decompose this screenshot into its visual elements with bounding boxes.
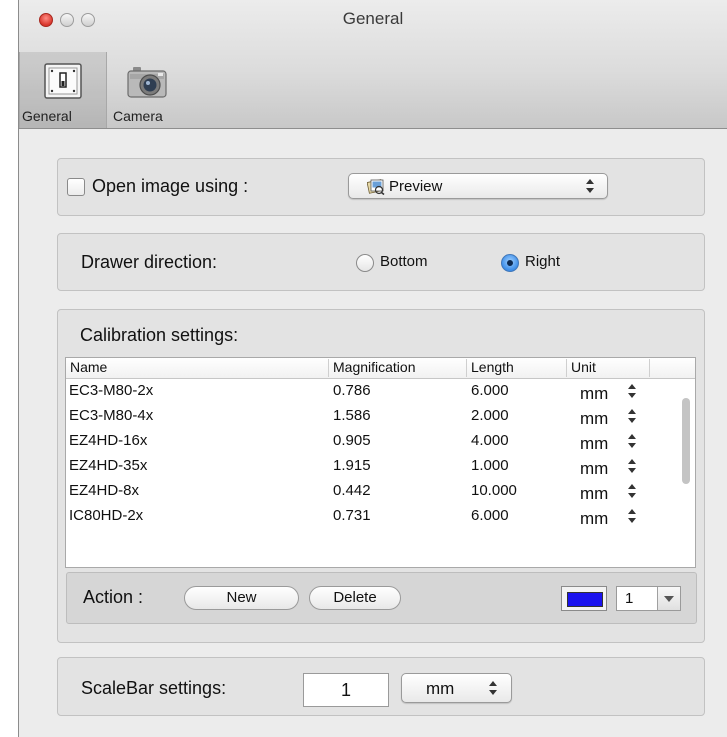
- scale-color-well[interactable]: [561, 586, 607, 611]
- table-header: Name Magnification Length Unit: [66, 358, 695, 379]
- calibration-title: Calibration settings:: [80, 325, 239, 345]
- scrollbar-thumb[interactable]: [682, 398, 690, 484]
- unit-stepper-icon[interactable]: [628, 434, 636, 448]
- unit-stepper-icon[interactable]: [628, 509, 636, 523]
- cell-magnification: 0.442: [333, 482, 371, 499]
- scalebar-label: ScaleBar settings:: [81, 678, 227, 698]
- table-vertical-scrollbar[interactable]: [681, 383, 691, 563]
- drawer-radio-bottom[interactable]: [356, 254, 374, 272]
- drawer-option-bottom-label: Bottom: [380, 253, 428, 270]
- toolbar-item-camera[interactable]: Camera: [107, 52, 187, 128]
- scalebar-value-field[interactable]: 1: [303, 673, 389, 707]
- open-image-group: Open image using : Preview: [57, 158, 705, 216]
- color-swatch: [567, 592, 603, 607]
- popup-updown-icon: [489, 681, 497, 695]
- table-row[interactable]: EZ4HD-35x 1.915 1.000 mm: [66, 453, 654, 478]
- unit-stepper-icon[interactable]: [628, 484, 636, 498]
- action-label: Action :: [83, 587, 144, 607]
- line-width-value: 1: [625, 590, 634, 607]
- line-width-combobox[interactable]: 1: [616, 586, 681, 611]
- new-calibration-button[interactable]: New: [184, 586, 299, 610]
- column-header-magnification[interactable]: Magnification: [329, 359, 467, 377]
- open-image-label: Open image using :: [92, 176, 249, 196]
- chevron-down-icon: [664, 596, 674, 602]
- column-header-name[interactable]: Name: [66, 359, 329, 377]
- cell-magnification: 1.586: [333, 407, 371, 424]
- drawer-option-right-label: Right: [525, 253, 561, 270]
- unit-stepper-icon[interactable]: [628, 409, 636, 423]
- column-header-length[interactable]: Length: [467, 359, 567, 377]
- cell-name: EC3-M80-4x: [69, 407, 154, 424]
- scalebar-group: ScaleBar settings: 1 mm: [57, 657, 705, 716]
- toolbar-item-general[interactable]: General: [19, 52, 107, 128]
- popup-updown-icon: [586, 179, 594, 193]
- combobox-dropdown-button[interactable]: [657, 587, 680, 610]
- cell-name: EC3-M80-2x: [69, 382, 154, 399]
- cell-unit[interactable]: mm: [580, 484, 608, 504]
- delete-calibration-button[interactable]: Delete: [309, 586, 401, 610]
- cell-magnification: 0.905: [333, 432, 371, 449]
- cell-name: IC80HD-2x: [69, 507, 144, 524]
- table-row[interactable]: EZ4HD-16x 0.905 4.000 mm: [66, 428, 654, 453]
- table-row[interactable]: IC80HD-2x 0.731 6.000 mm: [66, 503, 654, 528]
- window-title: General: [342, 9, 404, 28]
- open-image-app-popup[interactable]: Preview: [348, 173, 608, 199]
- cell-magnification: 0.731: [333, 507, 371, 524]
- cell-length: 6.000: [471, 507, 509, 524]
- cell-magnification: 1.915: [333, 457, 371, 474]
- cell-unit[interactable]: mm: [580, 459, 608, 479]
- cell-name: EZ4HD-16x: [69, 432, 148, 449]
- cell-unit[interactable]: mm: [580, 384, 608, 404]
- drawer-direction-group: Drawer direction: Bottom Right: [57, 233, 705, 291]
- cell-length: 10.000: [471, 482, 517, 499]
- scalebar-unit-popup[interactable]: mm: [401, 673, 512, 703]
- cell-name: EZ4HD-35x: [69, 457, 148, 474]
- table-row[interactable]: EZ4HD-8x 0.442 10.000 mm: [66, 478, 654, 503]
- cell-length: 1.000: [471, 457, 509, 474]
- cell-length: 6.000: [471, 382, 509, 399]
- unit-stepper-icon[interactable]: [628, 384, 636, 398]
- preview-app-icon: [367, 179, 385, 195]
- camera-icon: [127, 67, 167, 98]
- toolbar-label-camera: Camera: [113, 108, 163, 124]
- cell-unit[interactable]: mm: [580, 434, 608, 454]
- calibration-table: Name Magnification Length Unit EC3-M80-2…: [65, 357, 696, 568]
- scalebar-unit-label: mm: [426, 679, 455, 698]
- calibration-action-bar: Action : New Delete 1: [66, 572, 697, 624]
- drawer-direction-label: Drawer direction:: [81, 252, 218, 272]
- column-header-unit[interactable]: Unit: [567, 359, 650, 377]
- table-row[interactable]: EC3-M80-2x 0.786 6.000 mm: [66, 378, 654, 403]
- open-image-checkbox[interactable]: [67, 178, 85, 196]
- cell-unit[interactable]: mm: [580, 409, 608, 429]
- table-row[interactable]: EC3-M80-4x 1.586 2.000 mm: [66, 403, 654, 428]
- cell-unit[interactable]: mm: [580, 509, 608, 529]
- cell-name: EZ4HD-8x: [69, 482, 140, 499]
- general-prefs-icon: [44, 63, 82, 99]
- cell-magnification: 0.786: [333, 382, 371, 399]
- toolbar: General General Camera: [19, 0, 727, 129]
- drawer-radio-right[interactable]: [501, 254, 519, 272]
- cell-length: 2.000: [471, 407, 509, 424]
- toolbar-label-general: General: [22, 108, 72, 124]
- preferences-window: General General Camera Open image using …: [18, 0, 727, 737]
- calibration-group: Calibration settings: Name Magnification…: [57, 309, 705, 643]
- unit-stepper-icon[interactable]: [628, 459, 636, 473]
- cell-length: 4.000: [471, 432, 509, 449]
- open-image-app-label: Preview: [389, 178, 443, 195]
